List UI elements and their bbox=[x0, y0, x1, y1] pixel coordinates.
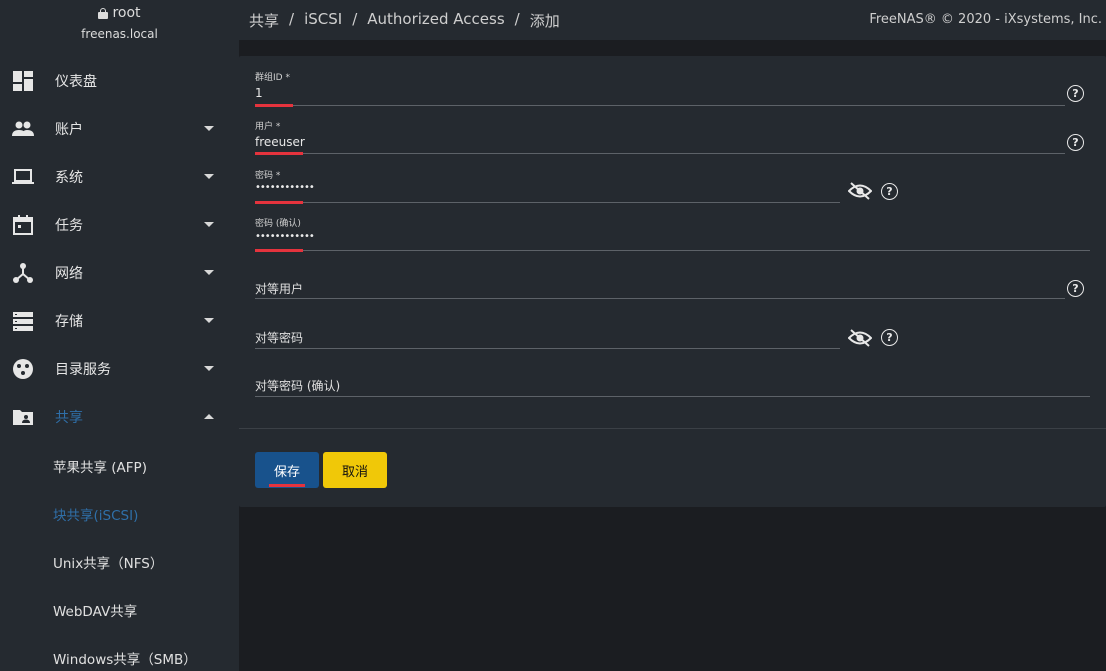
storage-icon bbox=[13, 312, 33, 331]
breadcrumb-item-sharing[interactable]: 共享 bbox=[249, 10, 279, 31]
people-icon bbox=[12, 121, 34, 136]
peer-secret-underline bbox=[255, 348, 840, 349]
sidebar-item-network[interactable]: 网络 bbox=[0, 249, 239, 297]
sidebar-item-dashboard[interactable]: 仪表盘 bbox=[0, 57, 239, 105]
sidebar-item-accounts[interactable]: 账户 bbox=[0, 105, 239, 153]
breadcrumb-item-authorized-access[interactable]: Authorized Access bbox=[367, 10, 504, 31]
chevron-down-icon bbox=[204, 366, 214, 371]
sidebar-item-sharing[interactable]: 共享 bbox=[0, 393, 239, 441]
sidebar-subitem-webdav[interactable]: WebDAV共享 bbox=[0, 585, 239, 633]
chevron-up-icon bbox=[204, 414, 214, 419]
user-block: root freenas.local bbox=[0, 0, 239, 56]
peer-secret-confirm-input[interactable]: 对等密码 (确认) bbox=[255, 377, 340, 394]
sidebar-subitem-label: WebDAV共享 bbox=[53, 604, 138, 620]
sidebar-subitem-label: 苹果共享 (AFP) bbox=[53, 460, 147, 476]
group-id-input[interactable]: 1 bbox=[255, 86, 263, 100]
sidebar-item-tasks[interactable]: 任务 bbox=[0, 201, 239, 249]
sidebar-item-label: 任务 bbox=[55, 218, 83, 234]
visibility-off-icon[interactable] bbox=[848, 181, 872, 201]
secret-label: 密码 * bbox=[255, 171, 281, 181]
sidebar-item-label: 系统 bbox=[55, 170, 83, 186]
sidebar-item-label: 网络 bbox=[55, 266, 83, 282]
sidebar-item-label: 存储 bbox=[55, 314, 83, 330]
form-divider bbox=[239, 428, 1106, 429]
secret-confirm-underline bbox=[255, 250, 1090, 251]
help-icon[interactable]: ? bbox=[1067, 85, 1084, 102]
user-input[interactable]: freeuser bbox=[255, 135, 305, 149]
cancel-button[interactable]: 取消 bbox=[323, 452, 387, 488]
save-button[interactable]: 保存 bbox=[255, 452, 319, 488]
breadcrumb-separator: / bbox=[352, 10, 358, 28]
breadcrumb-item-iscsi[interactable]: iSCSI bbox=[304, 10, 342, 31]
breadcrumb-item-add: 添加 bbox=[529, 12, 560, 30]
save-button-focus-bar bbox=[269, 484, 305, 487]
group-id-underline bbox=[255, 105, 1065, 106]
sidebar-subitem-afp[interactable]: 苹果共享 (AFP) bbox=[0, 441, 239, 489]
visibility-off-icon[interactable] bbox=[848, 328, 872, 348]
authorized-access-form: 群组ID * 1 ? 用户 * freeuser ? 密码 * ••••••••… bbox=[239, 56, 1106, 507]
chevron-down-icon bbox=[204, 318, 214, 323]
secret-confirm-input[interactable]: •••••••••••• bbox=[255, 231, 315, 242]
user-name-row: root bbox=[0, 5, 239, 21]
sidebar-subitem-label: Windows共享（SMB） bbox=[53, 652, 197, 668]
sidebar-subitem-nfs[interactable]: Unix共享（NFS） bbox=[0, 537, 239, 585]
laptop-icon bbox=[12, 169, 34, 184]
help-icon[interactable]: ? bbox=[1067, 134, 1084, 151]
help-icon[interactable]: ? bbox=[881, 329, 898, 346]
group-id-label: 群组ID * bbox=[255, 73, 290, 83]
sidebar-subitem-label: Unix共享（NFS） bbox=[53, 556, 164, 572]
secret-confirm-label: 密码 (确认) bbox=[255, 219, 301, 229]
chevron-down-icon bbox=[204, 126, 214, 131]
topbar: 共享 / iSCSI / Authorized Access / 添加 Free… bbox=[239, 0, 1106, 40]
user-host: freenas.local bbox=[81, 27, 158, 41]
peer-user-input[interactable]: 对等用户 bbox=[255, 280, 303, 297]
sidebar-subitem-smb[interactable]: Windows共享（SMB） bbox=[0, 633, 239, 671]
calendar-icon bbox=[13, 215, 33, 235]
folder-shared-icon bbox=[13, 410, 33, 425]
sidebar: root freenas.local 仪表盘 账户 系统 任务 网络 存储 目录… bbox=[0, 0, 239, 671]
user-underline bbox=[255, 153, 1065, 154]
dashboard-icon bbox=[13, 71, 33, 91]
copyright: FreeNAS® © 2020 - iXsystems, Inc. bbox=[869, 12, 1102, 27]
group-id-error-bar bbox=[255, 104, 293, 107]
secret-confirm-error-bar bbox=[255, 249, 303, 252]
sidebar-subitem-iscsi[interactable]: 块共享(iSCSI) bbox=[0, 489, 239, 537]
breadcrumb-separator: / bbox=[514, 10, 520, 28]
peer-secret-confirm-underline bbox=[255, 396, 1090, 397]
sidebar-item-directory-services[interactable]: 目录服务 bbox=[0, 345, 239, 393]
secret-underline bbox=[255, 202, 840, 203]
sidebar-item-system[interactable]: 系统 bbox=[0, 153, 239, 201]
user-name: root bbox=[112, 5, 141, 21]
lock-icon bbox=[98, 7, 109, 19]
secret-error-bar bbox=[255, 201, 303, 204]
secret-input[interactable]: •••••••••••• bbox=[255, 182, 315, 193]
chevron-down-icon bbox=[204, 174, 214, 179]
help-icon[interactable]: ? bbox=[881, 183, 898, 200]
sidebar-item-label: 共享 bbox=[55, 410, 83, 426]
sidebar-subitem-label: 块共享(iSCSI) bbox=[53, 508, 139, 524]
breadcrumb-separator: / bbox=[289, 10, 295, 28]
network-icon bbox=[13, 263, 33, 283]
peer-secret-input[interactable]: 对等密码 bbox=[255, 329, 303, 346]
user-label: 用户 * bbox=[255, 122, 281, 132]
user-error-bar bbox=[255, 152, 303, 155]
sidebar-item-label: 仪表盘 bbox=[55, 74, 97, 90]
sidebar-item-storage[interactable]: 存储 bbox=[0, 297, 239, 345]
chevron-down-icon bbox=[204, 270, 214, 275]
sidebar-item-label: 账户 bbox=[55, 122, 83, 138]
help-icon[interactable]: ? bbox=[1067, 280, 1084, 297]
peer-user-underline bbox=[255, 298, 1065, 299]
breadcrumb: 共享 / iSCSI / Authorized Access / 添加 bbox=[249, 10, 560, 31]
sidebar-item-label: 目录服务 bbox=[55, 362, 111, 378]
directory-icon bbox=[13, 359, 33, 379]
chevron-down-icon bbox=[204, 222, 214, 227]
